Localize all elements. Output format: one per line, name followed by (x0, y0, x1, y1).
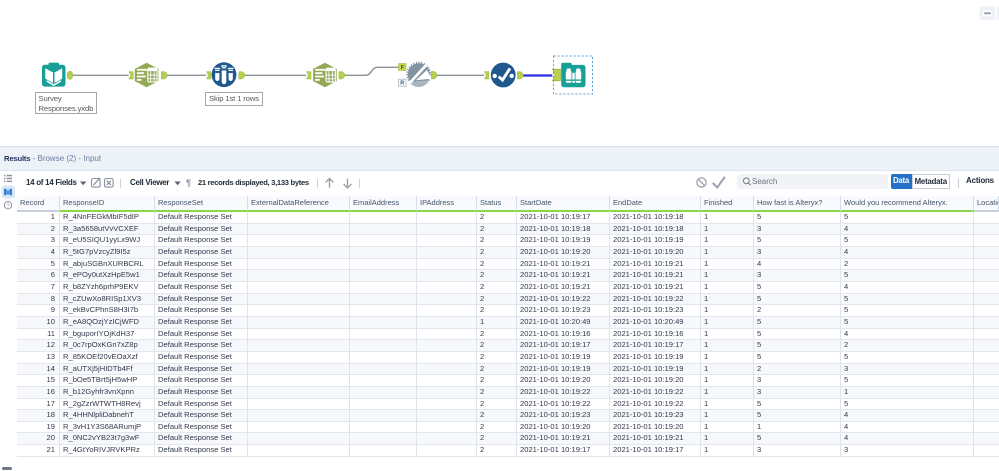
svg-text:R: R (400, 81, 404, 87)
svg-text:F: F (401, 65, 405, 71)
